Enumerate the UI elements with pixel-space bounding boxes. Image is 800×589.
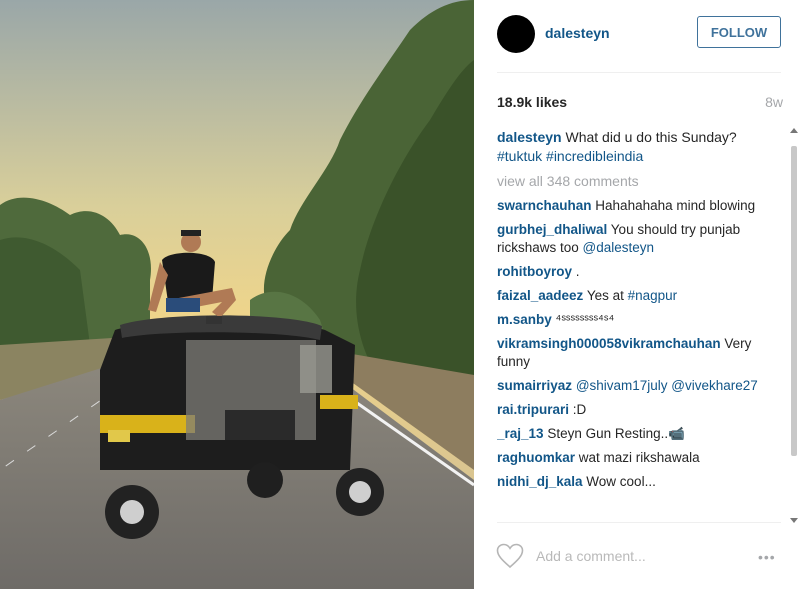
comment-item: faizal_aadeez Yes at #nagpur bbox=[497, 287, 781, 305]
comments-scrollbar[interactable] bbox=[790, 128, 798, 523]
comment-username[interactable]: sumairriyaz bbox=[497, 378, 572, 393]
add-comment-input[interactable]: Add a comment... bbox=[536, 548, 646, 564]
caption-text: What did u do this Sunday? bbox=[565, 129, 737, 145]
comment-username[interactable]: _raj_13 bbox=[497, 426, 544, 441]
comment-username[interactable]: vikramsingh000058vikramchauhan bbox=[497, 336, 721, 351]
instagram-post: dalesteyn FOLLOW 18.9k likes 8w dalestey… bbox=[0, 0, 800, 589]
comment-item: sumairriyaz @shivam17july @vivekhare27 bbox=[497, 377, 781, 395]
comment-item: m.sanby ⁴ˢˢˢˢˢˢˢˢ⁴ˢ⁴ bbox=[497, 311, 781, 329]
comment-item: raghuomkar wat mazi rikshawala bbox=[497, 449, 781, 467]
comment-item: vikramsingh000058vikramchauhan Very funn… bbox=[497, 335, 781, 371]
comment-mention[interactable]: @shivam17july @vivekhare27 bbox=[576, 378, 758, 393]
header-divider bbox=[497, 72, 781, 73]
author-username[interactable]: dalesteyn bbox=[545, 25, 610, 41]
comment-item: _raj_13 Steyn Gun Resting..📹 bbox=[497, 425, 781, 443]
comment-text: Steyn Gun Resting..📹 bbox=[547, 426, 685, 441]
post-age[interactable]: 8w bbox=[765, 94, 783, 110]
comment-text: . bbox=[575, 264, 580, 279]
comments-list: dalesteyn What did u do this Sunday? #tu… bbox=[497, 128, 781, 523]
comment-username[interactable]: rohitboyroy bbox=[497, 264, 572, 279]
comment-username[interactable]: m.sanby bbox=[497, 312, 552, 327]
comment-item: swarnchauhan Hahahahaha mind blowing bbox=[497, 197, 781, 215]
caption: dalesteyn What did u do this Sunday? #tu… bbox=[497, 128, 781, 166]
comment-username[interactable]: gurbhej_dhaliwal bbox=[497, 222, 607, 237]
follow-button[interactable]: FOLLOW bbox=[697, 16, 781, 48]
caption-hashtags[interactable]: #tuktuk #incredibleindia bbox=[497, 148, 643, 164]
ellipsis-icon[interactable]: ••• bbox=[758, 549, 776, 565]
scroll-down-arrow-icon[interactable] bbox=[790, 518, 798, 523]
comment-hashtag[interactable]: #nagpur bbox=[628, 288, 678, 303]
comment-item: rohitboyroy . bbox=[497, 263, 781, 281]
comment-text: Wow cool... bbox=[586, 474, 656, 489]
footer-divider bbox=[497, 522, 781, 523]
comment-mention[interactable]: @dalesteyn bbox=[583, 240, 655, 255]
comment-item: rai.tripurari :D bbox=[497, 401, 781, 419]
comment-username[interactable]: faizal_aadeez bbox=[497, 288, 583, 303]
comment-username[interactable]: swarnchauhan bbox=[497, 198, 592, 213]
post-header: dalesteyn FOLLOW bbox=[474, 0, 800, 70]
comment-username[interactable]: rai.tripurari bbox=[497, 402, 569, 417]
comment-item: gurbhej_dhaliwal You should try punjab r… bbox=[497, 221, 781, 257]
comment-text: Yes at bbox=[586, 288, 628, 303]
comment-username[interactable]: nidhi_dj_kala bbox=[497, 474, 583, 489]
scrollbar-thumb[interactable] bbox=[791, 146, 797, 456]
comment-text: wat mazi rikshawala bbox=[578, 450, 700, 465]
comment-text: ⁴ˢˢˢˢˢˢˢˢ⁴ˢ⁴ bbox=[555, 312, 615, 327]
caption-username[interactable]: dalesteyn bbox=[497, 129, 562, 145]
comment-username[interactable]: raghuomkar bbox=[497, 450, 575, 465]
scroll-up-arrow-icon[interactable] bbox=[790, 128, 798, 133]
comment-text: Hahahahaha mind blowing bbox=[595, 198, 756, 213]
post-photo[interactable] bbox=[0, 0, 474, 589]
heart-icon[interactable] bbox=[496, 543, 524, 569]
post-side-panel: dalesteyn FOLLOW 18.9k likes 8w dalestey… bbox=[474, 0, 800, 589]
likes-count[interactable]: 18.9k likes bbox=[497, 94, 567, 110]
comment-text: :D bbox=[572, 402, 587, 417]
comment-item: nidhi_dj_kala Wow cool... bbox=[497, 473, 781, 491]
view-all-comments-link[interactable]: view all 348 comments bbox=[497, 172, 781, 191]
avatar[interactable] bbox=[497, 15, 535, 53]
